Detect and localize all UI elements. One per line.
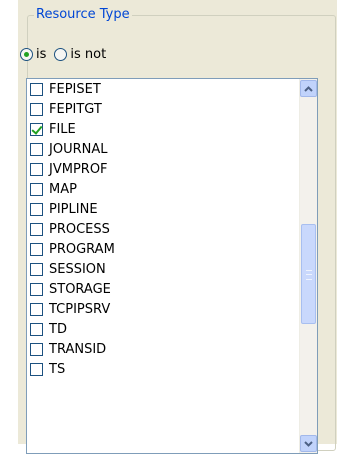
radio-option-is-not[interactable]: is not [54,47,106,62]
list-item-label: STORAGE [49,281,111,297]
list-item[interactable]: TS [27,359,299,379]
checkbox[interactable] [30,242,43,256]
list-item[interactable]: TD [27,319,299,339]
scroll-thumb[interactable] [301,224,316,324]
list-item-label: FILE [49,121,76,137]
radio-is-not[interactable] [54,47,68,61]
checkbox[interactable] [30,282,43,296]
scroll-up-button[interactable] [300,80,317,97]
list-item[interactable]: PIPLINE [27,199,299,219]
checkbox[interactable] [30,182,43,196]
list-item[interactable]: JOURNAL [27,139,299,159]
list-item[interactable]: FILE [27,119,299,139]
list-item-label: TS [49,361,66,377]
checkbox[interactable] [30,342,43,356]
checkbox[interactable] [30,202,43,216]
checkbox[interactable] [30,122,43,136]
list-item[interactable]: PROCESS [27,219,299,239]
list-item[interactable]: TRANSID [27,339,299,359]
list-item-label: PIPLINE [49,201,98,217]
radio-is-label: is [36,46,47,62]
list-item-label: SESSION [49,261,106,277]
grip-icon [306,270,312,280]
list-item[interactable]: FEPISET [27,79,299,99]
radio-is[interactable] [20,47,33,61]
checkbox[interactable] [30,362,43,376]
list-item-label: MAP [49,181,77,197]
list-item-label: PROGRAM [49,241,115,257]
list-item[interactable]: SESSION [27,259,299,279]
list-item-label: FEPISET [49,81,101,97]
list-item-label: TRANSID [49,341,107,357]
checkbox[interactable] [30,262,43,276]
checkbox[interactable] [30,102,43,116]
checkbox[interactable] [30,142,43,156]
list-item[interactable]: TCPIPSRV [27,299,299,319]
checkbox[interactable] [30,162,43,176]
match-mode-radio-group: is is not [20,43,114,65]
checkbox[interactable] [30,302,43,316]
checkbox[interactable] [30,82,43,96]
vertical-scrollbar[interactable] [299,79,317,453]
checkbox[interactable] [30,322,43,336]
list-item-label: JVMPROF [49,161,108,177]
list-item[interactable]: STORAGE [27,279,299,299]
radio-option-is[interactable]: is [20,47,46,62]
resource-type-items: FEPISET FEPITGT FILE JOURNAL JVMPROF MAP PIPLI… [27,79,299,379]
resource-type-listbox[interactable]: FEPISET FEPITGT FILE JOURNAL JVMPROF MAP PIPLI… [26,78,318,454]
checkbox[interactable] [30,222,43,236]
list-item-label: TCPIPSRV [49,301,111,317]
group-title: Resource Type [34,7,132,23]
chevron-up-icon [304,85,313,92]
list-item-label: FEPITGT [49,101,102,117]
radio-is-not-label: is not [70,46,107,62]
list-item-label: JOURNAL [49,141,108,157]
list-item-label: TD [49,321,67,337]
list-item[interactable]: JVMPROF [27,159,299,179]
list-item-label: PROCESS [49,221,110,237]
list-item[interactable]: MAP [27,179,299,199]
list-item[interactable]: PROGRAM [27,239,299,259]
list-item[interactable]: FEPITGT [27,99,299,119]
